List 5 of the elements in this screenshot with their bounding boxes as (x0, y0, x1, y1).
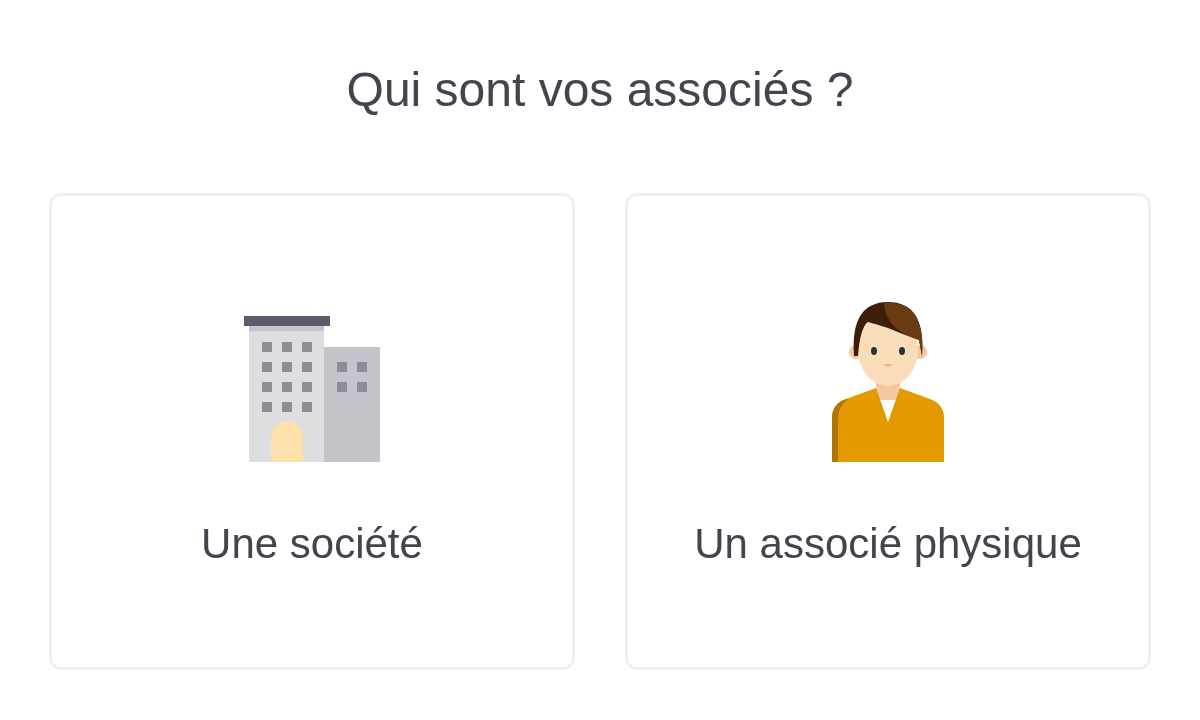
option-card[interactable]: Un associé physique (625, 193, 1151, 670)
page-title: Qui sont vos associés ? (346, 62, 854, 118)
building-icon (244, 316, 380, 462)
person-icon (832, 300, 944, 462)
option-card[interactable]: Une société (49, 193, 575, 670)
